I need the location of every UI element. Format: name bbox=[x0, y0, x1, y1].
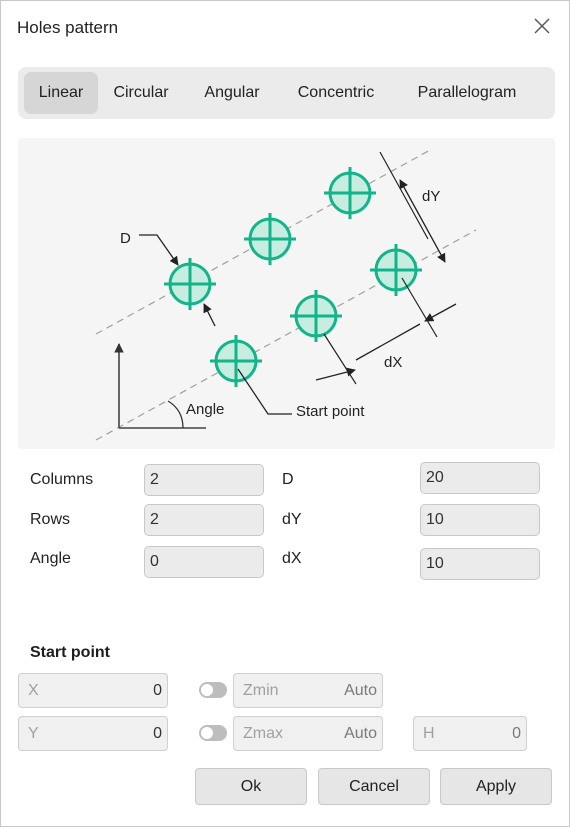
diameter-field[interactable]: 20 bbox=[420, 462, 540, 494]
dy-field[interactable]: 10 bbox=[420, 504, 540, 536]
pattern-preview-diagram: D dY dX Angle Start point bbox=[18, 138, 555, 449]
diagram-label-start-point: Start point bbox=[296, 403, 365, 420]
zmax-label: Zmax bbox=[243, 725, 283, 742]
zmax-toggle[interactable] bbox=[199, 725, 227, 741]
tab-circular[interactable]: Circular bbox=[104, 72, 178, 114]
tab-angular[interactable]: Angular bbox=[192, 72, 272, 114]
tab-linear[interactable]: Linear bbox=[24, 72, 98, 114]
holes-pattern-dialog: Holes pattern Linear Circular Angular Co… bbox=[0, 0, 570, 827]
ok-button[interactable]: Ok bbox=[195, 768, 307, 805]
diameter-label: D bbox=[282, 471, 294, 488]
hole-icon bbox=[324, 167, 376, 219]
zmin-label: Zmin bbox=[243, 682, 279, 699]
diagram-label-dx: dX bbox=[384, 354, 402, 371]
tab-concentric[interactable]: Concentric bbox=[284, 72, 388, 114]
rows-label: Rows bbox=[30, 511, 71, 528]
start-x-field[interactable]: X 0 bbox=[18, 673, 168, 708]
close-icon[interactable] bbox=[531, 15, 553, 37]
dialog-title: Holes pattern bbox=[17, 18, 119, 37]
height-value: 0 bbox=[512, 725, 521, 742]
start-y-field[interactable]: Y 0 bbox=[18, 716, 168, 751]
hole-icon-start bbox=[210, 335, 262, 387]
lower-row-centerline bbox=[95, 229, 477, 441]
hole-icon bbox=[164, 258, 216, 310]
diagram-label-angle: Angle bbox=[186, 401, 224, 418]
start-x-value: 0 bbox=[153, 682, 162, 699]
zmin-toggle[interactable] bbox=[199, 682, 227, 698]
height-field[interactable]: H 0 bbox=[413, 716, 527, 751]
angle-arc-icon bbox=[167, 400, 184, 429]
hole-icon bbox=[370, 244, 422, 296]
start-x-label: X bbox=[28, 682, 39, 699]
dx-field[interactable]: 10 bbox=[420, 548, 540, 580]
columns-field[interactable]: 2 bbox=[144, 464, 264, 496]
zmax-value: Auto bbox=[344, 725, 377, 742]
diagram-label-dy: dY bbox=[422, 188, 440, 205]
start-point-heading: Start point bbox=[30, 644, 110, 661]
zmin-field[interactable]: Zmin Auto bbox=[233, 673, 383, 708]
pattern-type-tabs: Linear Circular Angular Concentric Paral… bbox=[18, 67, 555, 119]
height-label: H bbox=[423, 725, 435, 742]
dy-label: dY bbox=[282, 511, 302, 528]
tab-parallelogram[interactable]: Parallelogram bbox=[406, 72, 528, 114]
hole-icon bbox=[244, 213, 296, 265]
cancel-button[interactable]: Cancel bbox=[318, 768, 430, 805]
start-y-label: Y bbox=[28, 725, 39, 742]
angle-label: Angle bbox=[30, 550, 71, 567]
start-y-value: 0 bbox=[153, 725, 162, 742]
diameter-leader-icon bbox=[139, 234, 179, 266]
zmax-field[interactable]: Zmax Auto bbox=[233, 716, 383, 751]
diagram-label-d: D bbox=[120, 230, 131, 247]
columns-label: Columns bbox=[30, 471, 94, 488]
dx-label: dX bbox=[282, 550, 302, 567]
angle-field[interactable]: 0 bbox=[144, 546, 264, 578]
diameter-arrow-icon bbox=[203, 303, 216, 327]
hole-icon bbox=[290, 290, 342, 342]
rows-field[interactable]: 2 bbox=[144, 504, 264, 536]
zmin-value: Auto bbox=[344, 682, 377, 699]
apply-button[interactable]: Apply bbox=[440, 768, 552, 805]
